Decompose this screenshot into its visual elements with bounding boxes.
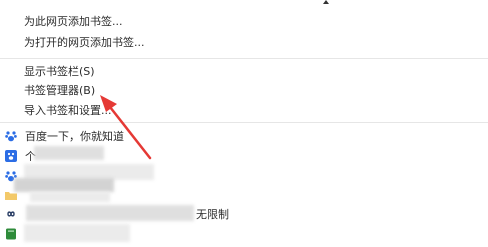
annotation-arrow-icon xyxy=(100,95,152,160)
bookmarks-menu: 为此网页添加书签... 为打开的网页添加书签... 显示书签栏(S) 书签管理器… xyxy=(0,0,488,247)
